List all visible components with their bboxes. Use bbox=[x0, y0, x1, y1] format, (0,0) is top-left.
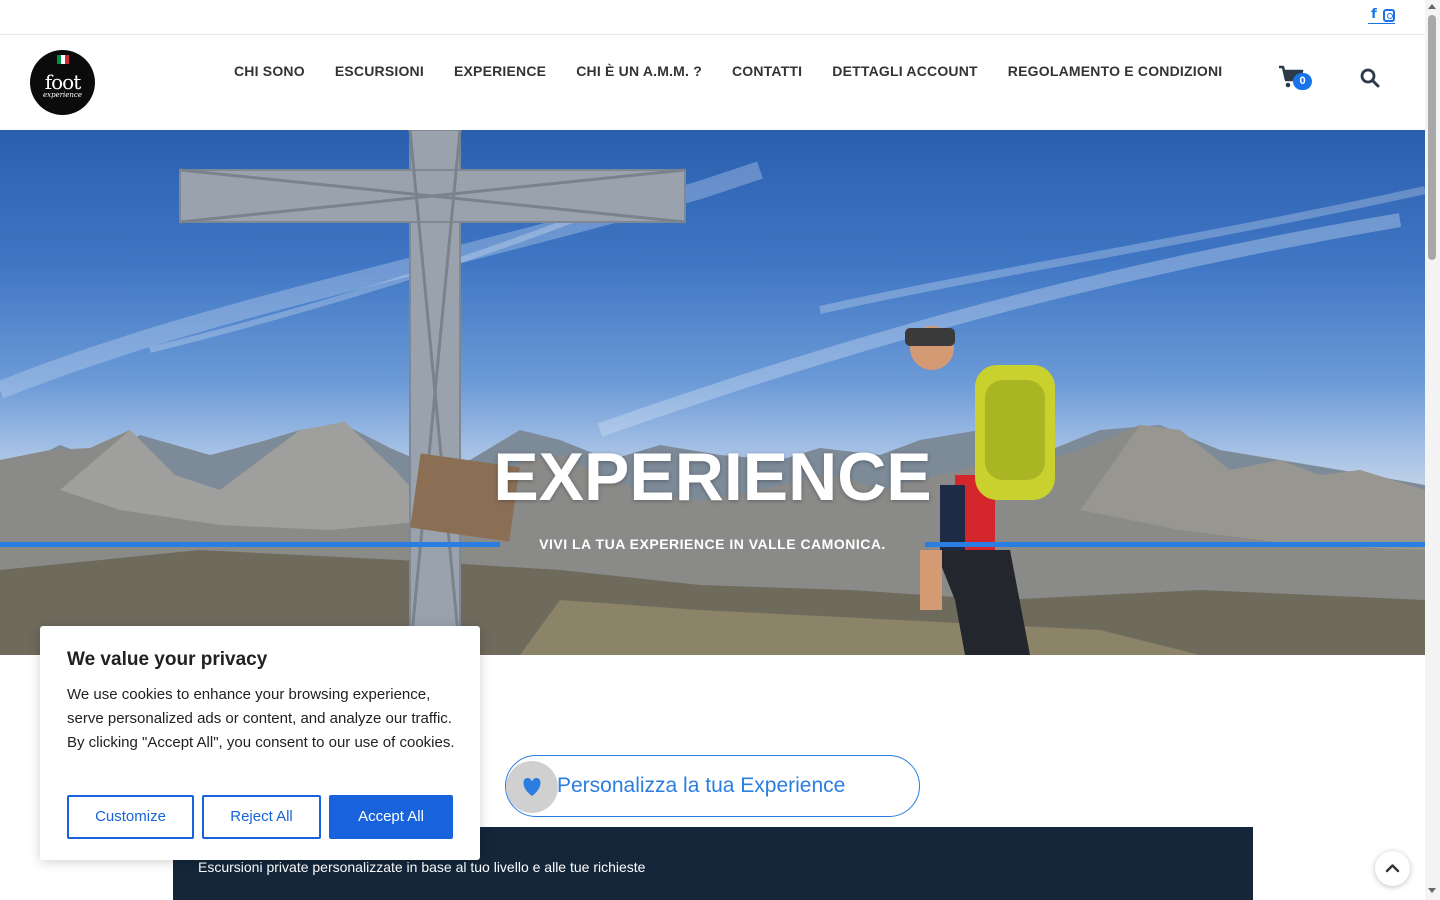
instagram-icon[interactable] bbox=[1383, 9, 1395, 22]
cookie-body: We use cookies to enhance your browsing … bbox=[67, 686, 455, 751]
scroll-up-arrow-icon[interactable] bbox=[1428, 4, 1436, 9]
nav-item-chi-sono[interactable]: CHI SONO bbox=[219, 63, 320, 79]
heart-icon-wrapper bbox=[506, 761, 558, 813]
customize-button[interactable]: Customize bbox=[67, 795, 194, 839]
search-icon[interactable] bbox=[1360, 68, 1380, 88]
hero-subtitle: VIVI LA TUA EXPERIENCE IN VALLE CAMONICA… bbox=[539, 536, 886, 552]
nav-item-contatti[interactable]: CONTATTI bbox=[717, 63, 817, 79]
site-header: foot experience CHI SONO ESCURSIONI EXPE… bbox=[0, 35, 1425, 130]
chevron-up-icon bbox=[1385, 864, 1400, 873]
heart-icon bbox=[523, 778, 541, 796]
hero-divider-left bbox=[0, 542, 500, 547]
nav-item-chi-e-un-amm[interactable]: CHI È UN A.M.M. ? bbox=[561, 63, 717, 79]
personalize-label: Personalizza la tua Experience bbox=[557, 774, 846, 797]
nav-item-escursioni[interactable]: ESCURSIONI bbox=[320, 63, 439, 79]
hero-background-image bbox=[0, 130, 1425, 655]
hero-title: EXPERIENCE bbox=[493, 439, 932, 515]
cookie-consent-banner: We value your privacy We use cookies to … bbox=[40, 626, 480, 860]
nav-item-dettagli-account[interactable]: DETTAGLI ACCOUNT bbox=[817, 63, 993, 79]
cookie-title: We value your privacy bbox=[67, 649, 268, 670]
nav-item-regolamento[interactable]: REGOLAMENTO E CONDIZIONI bbox=[993, 63, 1238, 79]
social-links: f bbox=[1368, 8, 1395, 24]
facebook-icon[interactable]: f bbox=[1368, 8, 1380, 21]
main-nav: CHI SONO ESCURSIONI EXPERIENCE CHI È UN … bbox=[219, 63, 1237, 79]
info-strip-text: Escursioni private personalizzate in bas… bbox=[198, 859, 646, 875]
logo-subtext: experience bbox=[42, 91, 82, 99]
scrollbar-thumb[interactable] bbox=[1428, 15, 1436, 260]
back-to-top-button[interactable] bbox=[1375, 851, 1410, 886]
hero-divider-right bbox=[925, 542, 1425, 547]
italy-flag-icon bbox=[57, 55, 69, 64]
reject-all-button[interactable]: Reject All bbox=[202, 795, 321, 839]
nav-item-experience[interactable]: EXPERIENCE bbox=[439, 63, 561, 79]
page-scrollbar[interactable] bbox=[1425, 0, 1440, 900]
hero-banner: EXPERIENCE VIVI LA TUA EXPERIENCE IN VAL… bbox=[0, 130, 1425, 655]
scroll-down-arrow-icon[interactable] bbox=[1428, 888, 1436, 893]
personalize-experience-button[interactable]: Personalizza la tua Experience bbox=[505, 755, 920, 817]
accept-all-button[interactable]: Accept All bbox=[329, 795, 453, 839]
site-logo[interactable]: foot experience bbox=[30, 50, 95, 115]
social-topbar: f bbox=[0, 0, 1425, 35]
cart-count-badge: 0 bbox=[1293, 73, 1312, 90]
